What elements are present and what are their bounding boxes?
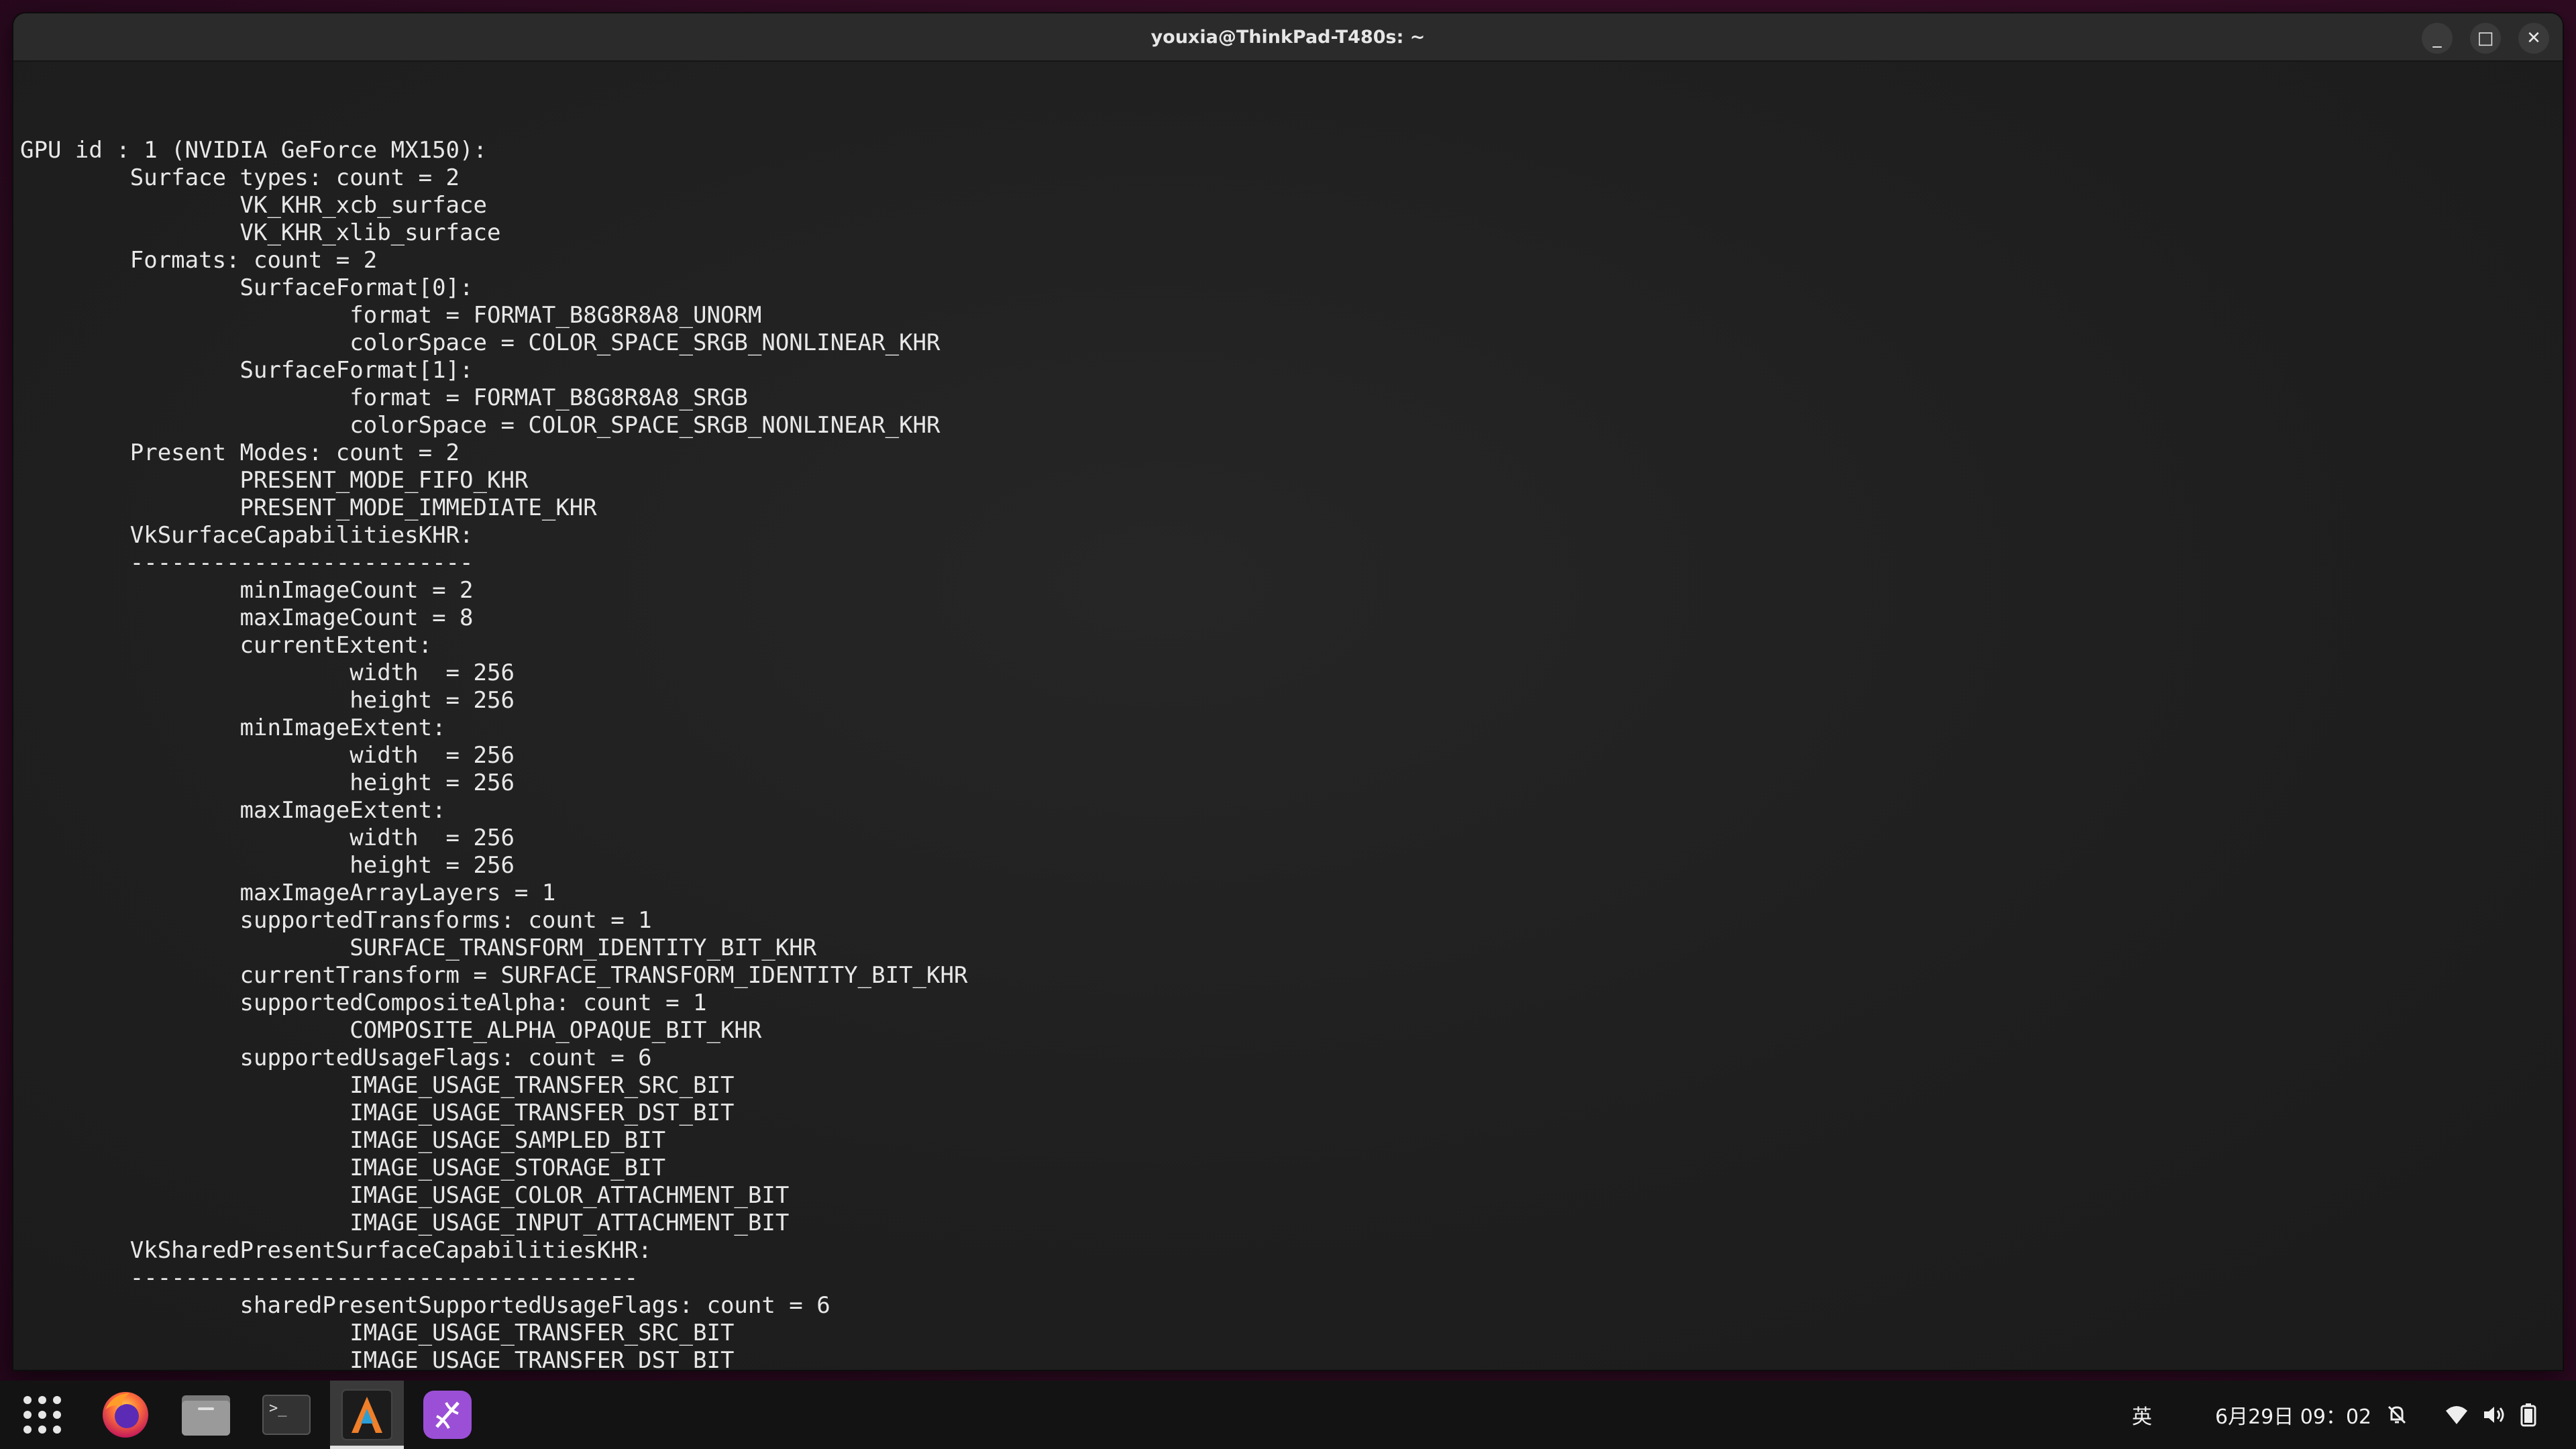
notifications-button[interactable]: [2385, 1381, 2408, 1449]
files-launcher[interactable]: [169, 1381, 243, 1449]
terminal-line: supportedTransforms: count = 1: [20, 907, 652, 934]
terminal-line: -------------------------: [20, 549, 474, 576]
terminal-line: IMAGE_USAGE_TRANSFER_DST_BIT: [20, 1099, 735, 1126]
firefox-launcher[interactable]: [89, 1381, 162, 1449]
terminal-line: format = FORMAT_B8G8R8A8_SRGB: [20, 384, 748, 411]
terminal-icon: >_: [262, 1395, 311, 1435]
terminal-line: IMAGE_USAGE_TRANSFER_SRC_BIT: [20, 1072, 735, 1099]
window-title: youxia@ThinkPad-T480s: ~: [1150, 26, 1426, 48]
battery-icon: [2520, 1403, 2536, 1427]
terminal-line: format = FORMAT_B8G8R8A8_UNORM: [20, 302, 762, 329]
show-apps-button[interactable]: [5, 1381, 79, 1449]
minimize-icon: _: [2432, 28, 2442, 48]
terminal-line: colorSpace = COLOR_SPACE_SRGB_NONLINEAR_…: [20, 329, 941, 356]
terminal-line: sharedPresentSupportedUsageFlags: count …: [20, 1292, 830, 1319]
window-controls: _ □ ✕: [2422, 23, 2549, 54]
vulkan-tool-launcher[interactable]: [411, 1381, 484, 1449]
grid-icon: [23, 1396, 61, 1434]
clock[interactable]: 6月29日 09：02: [2215, 1381, 2371, 1449]
dna-icon: [423, 1391, 472, 1439]
terminal-line: VK_KHR_xlib_surface: [20, 219, 501, 246]
input-method-indicator[interactable]: 英: [2132, 1381, 2152, 1449]
alacritty-icon: [341, 1389, 392, 1440]
terminal-line: IMAGE_USAGE_TRANSFER_SRC_BIT: [20, 1320, 735, 1346]
terminal-line: Present Modes: count = 2: [20, 439, 460, 466]
terminal-line: height = 256: [20, 769, 515, 796]
terminal-line: Formats: count = 2: [20, 247, 378, 274]
terminal-line: GPU id : 1 (NVIDIA GeForce MX150):: [20, 137, 487, 164]
terminal-output[interactable]: GPU id : 1 (NVIDIA GeForce MX150): Surfa…: [13, 62, 2563, 1370]
terminal-line: IMAGE_USAGE_STORAGE_BIT: [20, 1155, 666, 1181]
terminal-line: IMAGE_USAGE_TRANSFER_DST_BIT: [20, 1347, 735, 1370]
terminal-line: currentTransform = SURFACE_TRANSFORM_IDE…: [20, 962, 968, 989]
close-button[interactable]: ✕: [2518, 23, 2549, 54]
input-method-label: 英: [2132, 1405, 2152, 1429]
terminal-launcher[interactable]: >_: [250, 1381, 323, 1449]
terminal-line: minImageCount = 2: [20, 577, 474, 604]
terminal-line: height = 256: [20, 852, 515, 879]
terminal-line: width = 256: [20, 659, 515, 686]
terminal-line: SURFACE_TRANSFORM_IDENTITY_BIT_KHR: [20, 934, 817, 961]
firefox-icon: [103, 1392, 148, 1438]
terminal-line: PRESENT_MODE_FIFO_KHR: [20, 467, 529, 494]
terminal-line: maxImageExtent:: [20, 797, 446, 824]
taskbar: >_ 英 6月29日 09：02: [0, 1381, 2576, 1449]
terminal-line: Surface types: count = 2: [20, 164, 460, 191]
terminal-line: currentExtent:: [20, 632, 433, 659]
terminal-line: IMAGE_USAGE_SAMPLED_BIT: [20, 1127, 666, 1154]
terminal-line: width = 256: [20, 742, 515, 769]
terminal-line: SurfaceFormat[1]:: [20, 357, 474, 384]
terminal-line: supportedUsageFlags: count = 6: [20, 1044, 652, 1071]
folder-icon: [182, 1395, 230, 1436]
terminal-line: IMAGE_USAGE_COLOR_ATTACHMENT_BIT: [20, 1182, 790, 1209]
terminal-line: IMAGE_USAGE_INPUT_ATTACHMENT_BIT: [20, 1210, 790, 1236]
terminal-line: PRESENT_MODE_IMMEDIATE_KHR: [20, 494, 597, 521]
terminal-line: VkSurfaceCapabilitiesKHR:: [20, 522, 474, 549]
terminal-line: VkSharedPresentSurfaceCapabilitiesKHR:: [20, 1237, 652, 1264]
terminal-line: COMPOSITE_ALPHA_OPAQUE_BIT_KHR: [20, 1017, 762, 1044]
terminal-line: VK_KHR_xcb_surface: [20, 192, 487, 219]
terminal-line: colorSpace = COLOR_SPACE_SRGB_NONLINEAR_…: [20, 412, 941, 439]
terminal-line: minImageExtent:: [20, 714, 446, 741]
window-titlebar[interactable]: youxia@ThinkPad-T480s: ~ _ □ ✕: [13, 13, 2563, 62]
terminal-line: maxImageCount = 8: [20, 604, 474, 631]
terminal-line: SurfaceFormat[0]:: [20, 274, 474, 301]
battery-status[interactable]: [2520, 1381, 2537, 1449]
volume-control[interactable]: [2482, 1381, 2506, 1449]
terminal-line: supportedCompositeAlpha: count = 1: [20, 989, 707, 1016]
datetime-label: 6月29日 09：02: [2215, 1405, 2372, 1429]
terminal-line: width = 256: [20, 824, 515, 851]
terminal-lines: GPU id : 1 (NVIDIA GeForce MX150): Surfa…: [20, 137, 2563, 1370]
maximize-icon: □: [2477, 28, 2494, 48]
maximize-button[interactable]: □: [2470, 23, 2501, 54]
wifi-icon: [2446, 1406, 2467, 1424]
wifi-status[interactable]: [2445, 1381, 2469, 1449]
terminal-line: height = 256: [20, 687, 515, 714]
alacritty-launcher[interactable]: [330, 1381, 404, 1449]
notifications-off-icon: [2387, 1405, 2406, 1424]
terminal-line: -------------------------------------: [20, 1265, 639, 1291]
volume-icon: [2484, 1407, 2504, 1423]
minimize-button[interactable]: _: [2422, 23, 2453, 54]
close-icon: ✕: [2526, 28, 2541, 48]
terminal-window: youxia@ThinkPad-T480s: ~ _ □ ✕ GPU id : …: [13, 13, 2563, 1370]
terminal-line: maxImageArrayLayers = 1: [20, 879, 556, 906]
